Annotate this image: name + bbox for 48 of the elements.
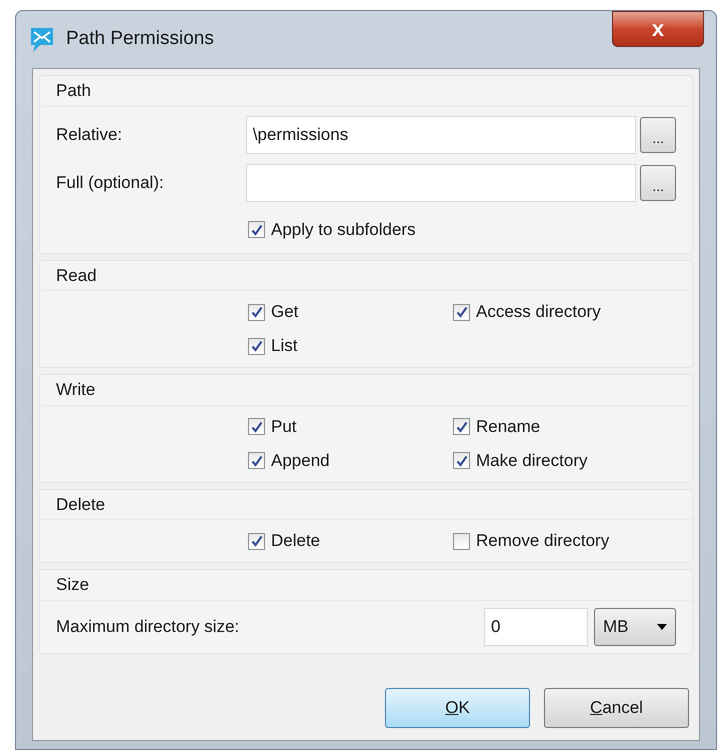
checkmark-icon [250, 224, 262, 236]
checkbox[interactable] [248, 418, 265, 435]
checkbox-label: List [271, 335, 298, 358]
checkmark-icon [250, 306, 262, 318]
checkbox-label: Apply to subfolders [271, 218, 416, 241]
checkbox[interactable] [248, 532, 265, 550]
group-title: Delete [40, 490, 692, 520]
group-title: Path [40, 76, 692, 106]
checkbox-label: Append [271, 450, 330, 472]
checkmark-icon [250, 535, 262, 547]
checkbox[interactable] [453, 418, 470, 435]
size-input-field[interactable]: 0 [484, 608, 588, 646]
dialog-button[interactable]: OK [385, 688, 530, 728]
caret-icon [657, 624, 667, 630]
checkbox[interactable] [248, 338, 265, 354]
checkmark-icon [456, 306, 468, 318]
checkmark-icon [250, 340, 262, 352]
checkbox-label: Get [271, 301, 298, 324]
unit-dropdown[interactable]: MB [594, 608, 676, 646]
field-label: Full (optional): [56, 172, 165, 194]
checkmark-icon [250, 420, 262, 432]
group-title: Write [40, 375, 692, 406]
checkbox-label: Make directory [476, 450, 588, 472]
checkbox-label: Rename [476, 416, 540, 438]
checkbox[interactable] [453, 304, 470, 320]
checkbox-label: Put [271, 416, 297, 438]
size-label: Maximum directory size: [56, 616, 240, 638]
checkmark-icon [250, 454, 262, 466]
browse-button[interactable]: ... [640, 116, 676, 152]
path-input-field[interactable] [246, 164, 636, 202]
checkmark-icon [456, 420, 468, 432]
checkbox[interactable] [248, 304, 265, 320]
path-input-field[interactable]: \permissions [246, 116, 636, 154]
group-title: Read [40, 260, 692, 291]
browse-button[interactable]: ... [640, 164, 676, 200]
checkbox[interactable] [453, 532, 470, 550]
checkbox[interactable] [248, 452, 265, 469]
close-button[interactable]: x [612, 11, 704, 47]
window-title: Path Permissions [66, 27, 214, 52]
dialog-button[interactable]: Cancel [544, 688, 689, 728]
group-title: Size [40, 570, 692, 600]
checkbox-label: Delete [271, 530, 320, 552]
checkmark-icon [456, 454, 468, 466]
checkbox[interactable] [248, 221, 265, 238]
checkbox-label: Remove directory [476, 530, 610, 552]
field-label: Relative: [56, 124, 124, 146]
checkbox-label: Access directory [476, 301, 601, 324]
checkbox[interactable] [453, 452, 470, 469]
